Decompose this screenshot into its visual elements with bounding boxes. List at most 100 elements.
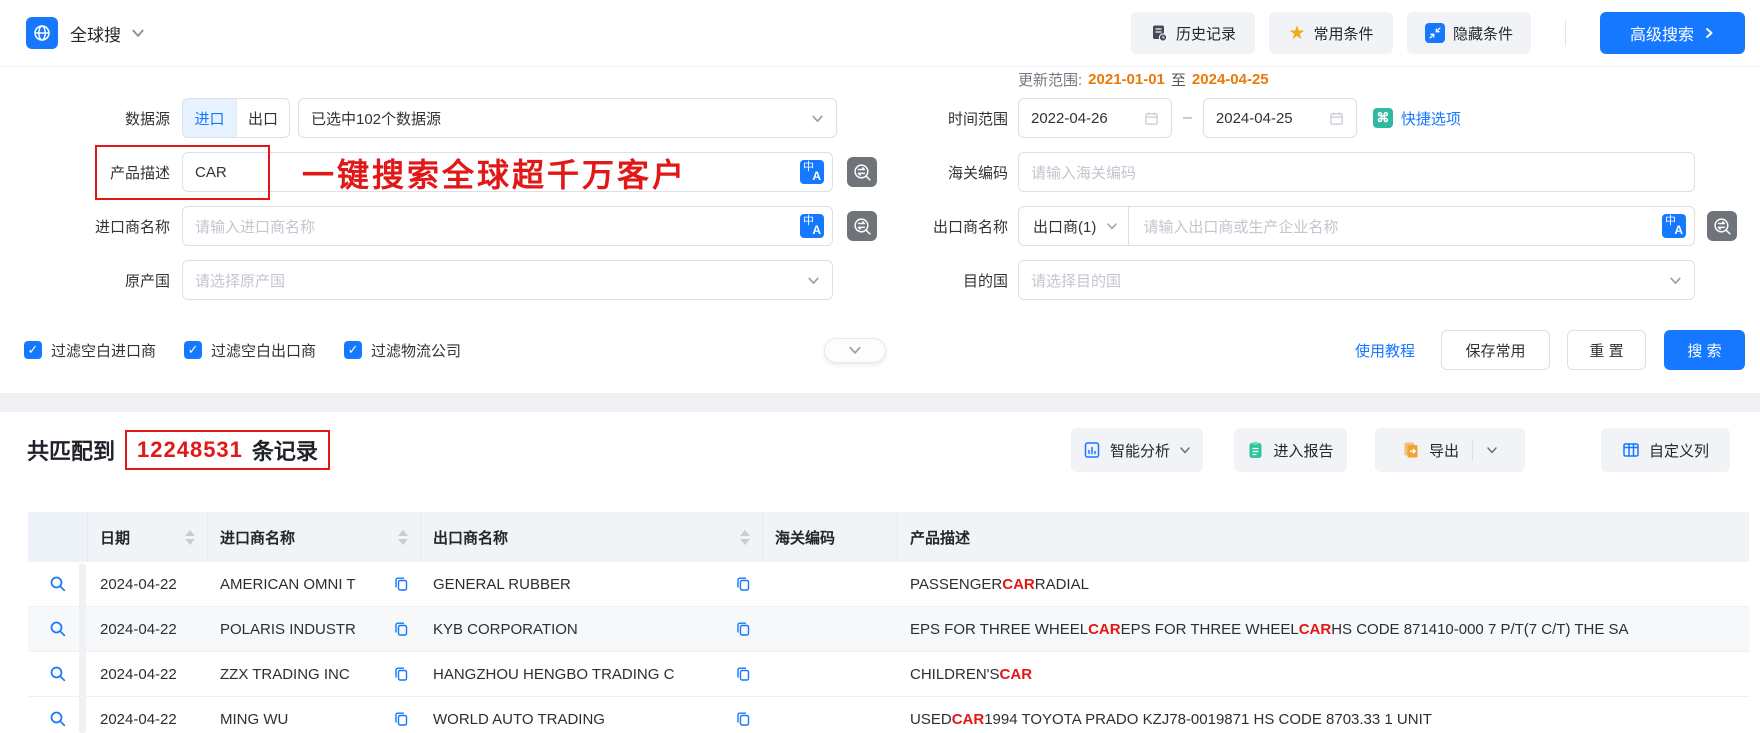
- importer-name[interactable]: POLARIS INDUSTR: [220, 621, 356, 638]
- smart-analysis-button[interactable]: 智能分析: [1071, 428, 1203, 472]
- cell-date: 2024-04-22: [100, 620, 177, 638]
- collapse-panel-button[interactable]: [824, 337, 887, 363]
- checkbox-filter-logistics[interactable]: ✓ 过滤物流公司: [344, 340, 461, 361]
- datasource-row: 数据源 进口 出口 已选中102个数据源: [24, 98, 837, 138]
- time-range-label: 时间范围: [947, 110, 1008, 128]
- copy-icon[interactable]: [727, 576, 751, 592]
- column-header-1[interactable]: 日期: [88, 512, 208, 562]
- cell-importer: AMERICAN OMNI T: [208, 562, 421, 606]
- table-row[interactable]: 2024-04-22 MING WU WORLD AUTO TRADING USED …: [28, 697, 1749, 733]
- datasource-select[interactable]: 已选中102个数据源: [298, 98, 837, 138]
- checkbox-filter-blank-exporter[interactable]: ✓ 过滤空白出口商: [184, 340, 316, 361]
- product-description-input[interactable]: CAR 中 A: [182, 152, 833, 192]
- divider: [1472, 439, 1473, 461]
- frozen-column-scrollbar[interactable]: [79, 563, 86, 733]
- end-date-input[interactable]: 2024-04-25: [1202, 98, 1357, 138]
- origin-country-row: 原产国 请选择原产国: [24, 260, 833, 300]
- app-logo: [26, 17, 58, 49]
- hide-conditions-button[interactable]: 隐藏条件: [1407, 12, 1531, 54]
- checkbox-checked-icon: ✓: [184, 341, 203, 359]
- table-row[interactable]: 2024-04-22 POLARIS INDUSTR KYB CORPORATION…: [28, 607, 1749, 652]
- chevron-down-icon[interactable]: [1486, 444, 1498, 456]
- reset-button[interactable]: 重 置: [1567, 330, 1646, 370]
- table-row[interactable]: 2024-04-22 AMERICAN OMNI T GENERAL RUBBER P…: [28, 562, 1749, 607]
- column-header-label: 进口商名称: [220, 529, 296, 547]
- checkbox-filter-blank-importer[interactable]: ✓ 过滤空白进口商: [24, 340, 156, 361]
- copy-icon[interactable]: [727, 666, 751, 682]
- cell-product-description: CHILDREN'S CAR: [910, 665, 1033, 683]
- exporter-type-select[interactable]: 出口商(1): [1031, 207, 1130, 245]
- tab-import[interactable]: 进口: [183, 99, 236, 137]
- copy-icon[interactable]: [385, 621, 409, 637]
- importer-input[interactable]: 请输入进口商名称 中 A: [182, 206, 833, 246]
- date-range-dash: –: [1183, 109, 1192, 126]
- time-range-row: 时间范围 2022-04-26 – 2024-04-25 ⌘ 快捷选项: [880, 98, 1461, 138]
- origin-country-label: 原产国: [124, 272, 170, 290]
- copy-icon[interactable]: [727, 711, 751, 727]
- copy-icon[interactable]: [727, 621, 751, 637]
- smart-analysis-label: 智能分析: [1109, 442, 1170, 460]
- history-icon: [1150, 24, 1168, 42]
- translate-icon[interactable]: 中 A: [1662, 214, 1686, 238]
- collapse-icon: [1424, 23, 1445, 43]
- columns-icon: [1622, 441, 1640, 459]
- sort-carets-icon[interactable]: [732, 529, 750, 545]
- synonym-search-icon[interactable]: [847, 157, 877, 187]
- exporter-input[interactable]: 出口商(1) 请输入出口商或生产企业名称 中 A: [1018, 206, 1695, 246]
- quick-options-button[interactable]: ⌘ 快捷选项: [1372, 108, 1461, 129]
- column-header-label: 日期: [100, 529, 131, 547]
- tab-export[interactable]: 出口: [236, 99, 289, 137]
- advanced-search-button[interactable]: 高级搜索: [1600, 12, 1745, 54]
- chevron-down-icon: [1106, 220, 1118, 232]
- filter-options-row: ✓ 过滤空白进口商 ✓ 过滤空白出口商 ✓ 过滤物流公司 使用教程 保存常用 重…: [24, 330, 1745, 370]
- synonym-search-icon[interactable]: [1707, 211, 1737, 241]
- results-table: 日期 进口商名称 出口商名称 海关编码 产品描述 2024-04-22 AMERICAN …: [28, 512, 1749, 733]
- cell-hs-code: [763, 652, 898, 696]
- destination-country-select[interactable]: 请选择目的国: [1018, 260, 1695, 300]
- translate-icon[interactable]: 中 A: [800, 214, 824, 238]
- column-header-3[interactable]: 出口商名称: [421, 512, 763, 562]
- importer-name[interactable]: ZZX TRADING INC: [220, 666, 350, 683]
- export-button[interactable]: 导出: [1375, 428, 1525, 472]
- divider: [1565, 20, 1566, 46]
- origin-country-placeholder: 请选择原产国: [195, 272, 286, 290]
- translate-icon[interactable]: 中 A: [800, 160, 824, 184]
- cell-exporter: GENERAL RUBBER: [421, 562, 763, 606]
- exporter-name[interactable]: KYB CORPORATION: [433, 621, 578, 638]
- tutorial-link[interactable]: 使用教程: [1355, 340, 1415, 361]
- column-header-label: 产品描述: [910, 529, 971, 547]
- copy-icon[interactable]: [385, 576, 409, 592]
- customize-columns-button[interactable]: 自定义列: [1601, 428, 1730, 472]
- synonym-search-icon[interactable]: [847, 211, 877, 241]
- exporter-type-value: 出口商(1): [1033, 218, 1097, 236]
- history-button[interactable]: 历史记录: [1131, 12, 1255, 54]
- save-conditions-button[interactable]: 保存常用: [1441, 330, 1550, 370]
- copy-icon[interactable]: [385, 711, 409, 727]
- exporter-name[interactable]: GENERAL RUBBER: [433, 576, 571, 593]
- start-date-value: 2022-04-26: [1031, 109, 1108, 127]
- cell-date: 2024-04-22: [100, 665, 177, 683]
- sort-carets-icon[interactable]: [390, 529, 408, 545]
- chevron-down-icon[interactable]: [131, 26, 145, 40]
- table-row[interactable]: 2024-04-22 ZZX TRADING INC HANGZHOU HENGBO…: [28, 652, 1749, 697]
- origin-country-select[interactable]: 请选择原产国: [182, 260, 833, 300]
- copy-icon[interactable]: [385, 666, 409, 682]
- exporter-name[interactable]: WORLD AUTO TRADING: [433, 711, 605, 728]
- hs-code-input[interactable]: 请输入海关编码: [1018, 152, 1695, 192]
- exporter-name[interactable]: HANGZHOU HENGBO TRADING C: [433, 666, 674, 683]
- start-date-input[interactable]: 2022-04-26: [1018, 98, 1172, 138]
- sort-carets-icon[interactable]: [177, 529, 195, 545]
- command-icon: ⌘: [1372, 108, 1393, 128]
- hs-code-row: 海关编码 请输入海关编码: [880, 152, 1695, 192]
- column-header-2[interactable]: 进口商名称: [208, 512, 421, 562]
- favorites-button[interactable]: ★ 常用条件: [1269, 12, 1393, 54]
- importer-name[interactable]: MING WU: [220, 711, 288, 728]
- column-header-0: [28, 512, 88, 562]
- search-button[interactable]: 搜 索: [1664, 330, 1745, 370]
- report-icon: [1247, 441, 1264, 459]
- cell-importer: ZZX TRADING INC: [208, 652, 421, 696]
- column-header-label: 出口商名称: [433, 529, 509, 547]
- enter-report-button[interactable]: 进入报告: [1234, 428, 1347, 472]
- importer-name[interactable]: AMERICAN OMNI T: [220, 576, 356, 593]
- exporter-row: 出口商名称 出口商(1) 请输入出口商或生产企业名称 中 A: [880, 206, 1737, 246]
